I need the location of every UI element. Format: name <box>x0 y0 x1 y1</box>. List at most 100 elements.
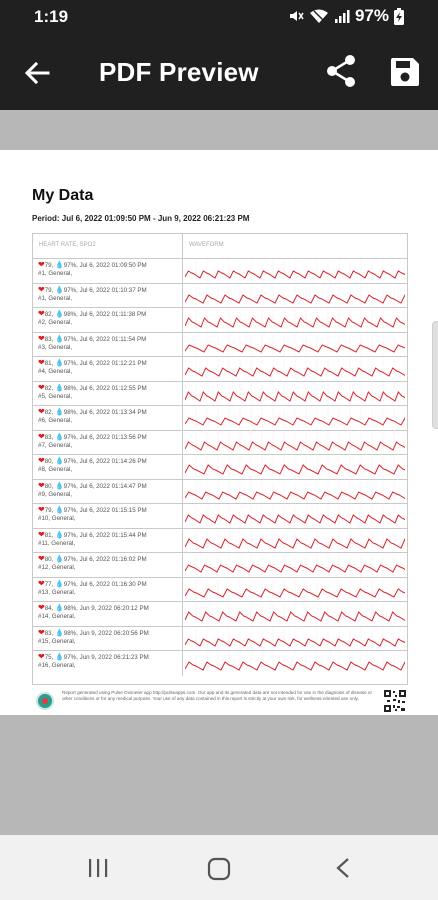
table-row: ❤84, 💧98%, Jun 9, 2022 06:20:12 PM #14, G… <box>33 602 407 627</box>
battery-charging-icon <box>394 7 404 25</box>
reading-tag: #1, General, <box>38 270 73 277</box>
waveform-graph <box>185 432 405 453</box>
reading-date: Jul 6, 2022 01:16:30 PM <box>79 580 147 588</box>
waveform-cell <box>183 284 407 308</box>
waveform-cell <box>183 308 407 332</box>
waveform-cell <box>183 431 407 455</box>
reading-cell: ❤80, 💧97%, Jul 6, 2022 01:14:47 PM #9, Ge… <box>33 479 183 503</box>
reading-tag: #14, General, <box>38 613 76 620</box>
heart-icon: ❤ <box>38 407 45 416</box>
spo2-value: 97% <box>63 482 77 490</box>
document-title: My Data <box>32 187 94 204</box>
table-row: ❤79, 💧97%, Jul 6, 2022 01:10:37 PM #1, Ge… <box>33 283 407 308</box>
spo2-value: 98% <box>63 311 77 318</box>
mute-icon <box>289 11 304 21</box>
status-time: 1:19 <box>34 7 69 26</box>
droplet-icon: 💧 <box>55 580 64 588</box>
table-row: ❤77, 💧97%, Jul 6, 2022 01:16:30 PM #13, G… <box>33 577 407 602</box>
reading-cell: ❤77, 💧97%, Jul 6, 2022 01:16:30 PM #13, G… <box>33 577 183 601</box>
table-header: HEART RATE, SPO2 WAVEFORM <box>33 234 407 259</box>
back-arrow-icon[interactable] <box>22 58 52 88</box>
reading-cell: ❤83, 💧97%, Jul 6, 2022 01:13:56 PM #7, Ge… <box>33 430 183 454</box>
spo2-value: 97% <box>63 458 77 465</box>
report-footer: Report generated using Pulse Oximeter ap… <box>32 690 408 718</box>
reading-cell: ❤82, 💧98%, Jul 6, 2022 01:12:55 PM #5, Ge… <box>33 381 183 405</box>
waveform-graph <box>185 457 405 477</box>
recents-icon[interactable] <box>87 857 109 879</box>
save-icon[interactable] <box>389 56 421 88</box>
reading-cell: ❤82, 💧98%, Jul 6, 2022 01:13:34 PM #6, Ge… <box>33 406 183 430</box>
reading-cell: ❤84, 💧98%, Jun 9, 2022 06:20:12 PM #14, G… <box>33 602 183 626</box>
table-row: ❤80, 💧97%, Jul 6, 2022 01:14:47 PM #9, Ge… <box>33 479 407 504</box>
column-header-waveform: WAVEFORM <box>189 242 224 248</box>
waveform-cell <box>183 357 407 381</box>
spo2-value: 98% <box>63 629 77 637</box>
reading-tag: #7, General, <box>38 441 73 449</box>
reading-cell: ❤81, 💧97%, Jul 6, 2022 01:15:44 PM #11, G… <box>33 528 183 552</box>
scrollbar-thumb[interactable] <box>432 321 438 429</box>
waveform-cell <box>183 333 407 357</box>
pdf-viewer[interactable]: My Data Period: Jul 6, 2022 01:09:50 PM … <box>0 110 438 835</box>
droplet-icon: 💧 <box>55 654 64 661</box>
spo2-value: 97% <box>63 262 77 269</box>
waveform-cell <box>183 627 407 651</box>
waveform-graph <box>185 359 405 379</box>
heart-rate-value: 80 <box>44 556 52 563</box>
spo2-value: 98% <box>63 384 77 392</box>
heart-icon: ❤ <box>38 333 45 343</box>
waveform-graph <box>185 604 405 624</box>
reading-cell: ❤83, 💧97%, Jul 6, 2022 01:11:54 PM #3, Ge… <box>33 332 183 356</box>
waveform-cell <box>183 455 407 479</box>
heart-rate-value: 81 <box>44 531 52 539</box>
spo2-value: 97% <box>63 507 77 514</box>
reading-cell: ❤75, 💧97%, Jun 9, 2022 06:21:23 PM #16, G… <box>33 651 183 676</box>
spo2-value: 97% <box>63 286 77 294</box>
reading-tag: #6, General, <box>38 417 73 424</box>
table-row: ❤83, 💧98%, Jun 9, 2022 06:20:56 PM #15, G… <box>33 626 407 651</box>
table-row: ❤79, 💧97%, Jul 6, 2022 01:09:50 PM #1, Ge… <box>33 259 407 284</box>
app-logo <box>36 692 54 710</box>
share-icon[interactable] <box>325 54 357 88</box>
spo2-value: 97% <box>63 335 77 343</box>
document-period: Period: Jul 6, 2022 01:09:50 PM - Jun 9,… <box>32 214 250 223</box>
reading-tag: #8, General, <box>38 466 73 473</box>
status-bar: 1:19 97% <box>0 0 438 34</box>
qr-code-icon <box>384 690 406 712</box>
back-nav-icon[interactable] <box>333 857 353 879</box>
reading-cell: ❤82, 💧98%, Jul 6, 2022 01:11:38 PM #2, Ge… <box>33 308 183 332</box>
reading-tag: #3, General, <box>38 343 73 351</box>
heart-rate-value: 77 <box>44 580 52 588</box>
table-row: ❤83, 💧97%, Jul 6, 2022 01:11:54 PM #3, Ge… <box>33 332 407 357</box>
reading-date: Jul 6, 2022 01:09:50 PM <box>79 262 147 269</box>
heart-icon: ❤ <box>38 652 45 661</box>
spo2-value: 98% <box>63 605 77 612</box>
heart-rate-value: 80 <box>44 482 52 490</box>
spo2-value: 97% <box>63 360 77 367</box>
droplet-icon: 💧 <box>55 409 64 416</box>
heart-rate-value: 79 <box>44 262 52 269</box>
reading-date: Jul 6, 2022 01:12:55 PM <box>79 384 147 392</box>
reading-tag: #12, General, <box>38 564 76 571</box>
droplet-icon: 💧 <box>55 335 64 343</box>
spo2-value: 97% <box>63 580 77 588</box>
heart-rate-value: 80 <box>44 458 52 465</box>
heart-icon: ❤ <box>38 456 45 465</box>
heart-icon: ❤ <box>38 627 45 637</box>
heart-icon: ❤ <box>38 260 45 269</box>
heart-rate-value: 75 <box>44 654 52 661</box>
heart-rate-value: 79 <box>44 507 52 514</box>
heart-icon: ❤ <box>38 578 45 588</box>
column-header-heart-rate: HEART RATE, SPO2 <box>33 234 183 258</box>
waveform-graph <box>185 334 405 355</box>
reading-tag: #5, General, <box>38 392 73 400</box>
reading-date: Jun 9, 2022 06:21:23 PM <box>79 654 149 661</box>
waveform-graph <box>185 530 405 551</box>
wifi-icon <box>309 9 328 23</box>
reading-date: Jul 6, 2022 01:14:47 PM <box>79 482 147 490</box>
reading-date: Jul 6, 2022 01:15:15 PM <box>79 507 147 514</box>
table-row: ❤81, 💧97%, Jul 6, 2022 01:12:21 PM #4, Ge… <box>33 357 407 382</box>
home-icon[interactable] <box>207 857 231 881</box>
waveform-graph <box>185 383 405 404</box>
table-row: ❤81, 💧97%, Jul 6, 2022 01:15:44 PM #11, G… <box>33 528 407 553</box>
spo2-value: 97% <box>63 654 77 661</box>
